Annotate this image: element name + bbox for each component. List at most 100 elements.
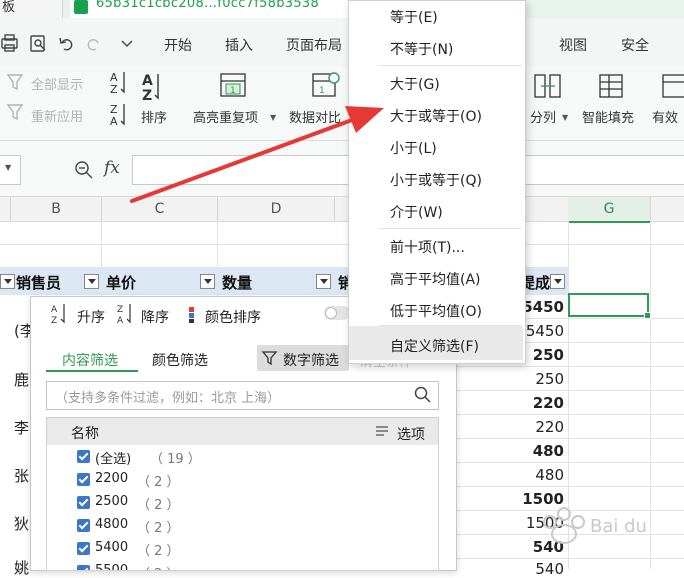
list-header-name: 名称 [71,426,99,442]
active-tab-indicator [46,370,138,372]
data-validity-button[interactable]: 有效 [652,107,678,126]
list-item-label[interactable]: (全选) [95,448,131,467]
tab-label: 板 [2,0,16,15]
checkbox-item[interactable] [77,473,90,486]
svg-text:1: 1 [230,86,236,96]
menu-security[interactable]: 安全 [621,35,649,55]
data-compare-button[interactable]: 数据对比 [289,107,341,126]
sort-button[interactable]: 排序 [141,107,167,126]
column-header-b[interactable]: B [11,197,102,221]
menu-item-less[interactable]: 小于(L) [390,138,437,158]
menu-item-top10[interactable]: 前十项(T)... [390,237,465,257]
menu-item-less-equal[interactable]: 小于或等于(Q) [390,170,482,190]
filter-toggle-switch[interactable] [324,306,350,320]
checkbox-item[interactable] [77,496,90,509]
menu-item-greater-equal[interactable]: 大于或等于(O) [390,106,482,126]
split-columns-button[interactable]: 分列 [530,107,556,126]
split-chevron-icon[interactable]: ▼ [562,113,568,122]
column-header-d[interactable]: D [218,197,335,221]
tab-content-filter[interactable]: 内容筛选 [62,350,118,370]
cell-sales-name[interactable]: 狄 [14,513,29,534]
smart-fill-button[interactable]: 智能填充 [582,107,634,126]
menu-item-between[interactable]: 介于(W) [390,202,443,222]
cell-commission-total[interactable]: 220 [514,394,564,412]
sort-ascending-button[interactable]: 升序 [77,307,105,327]
column-header-c[interactable]: C [102,197,218,221]
filter-search-input[interactable]: （支持多条件过滤，例如：北京 上海） [46,381,439,410]
spreadsheet-file-icon [74,0,88,14]
list-item-label[interactable]: 2500 [95,494,128,509]
selected-cell-g[interactable] [568,293,651,319]
highlight-duplicates-chevron-icon[interactable]: ▼ [270,113,276,122]
checkbox-select-all[interactable] [77,450,90,463]
search-icon[interactable] [414,386,432,404]
list-item-label[interactable]: 5500 [95,563,128,570]
menu-item-below-average[interactable]: 低于平均值(O) [390,301,482,321]
workbook-tab-left[interactable]: 板 [0,0,63,18]
cell-sales-name[interactable]: 李 [14,417,29,438]
menu-item-not-equal[interactable]: 不等于(N) [390,39,453,59]
cell-commission[interactable]: 250 [514,370,564,388]
cell-sales-name[interactable]: 姚 [14,557,29,578]
sort-descending-button[interactable]: 降序 [141,307,169,327]
header-quantity: 数量 [222,274,253,292]
menu-item-above-average[interactable]: 高于平均值(A) [390,269,481,289]
reapply-button[interactable]: 重新应用 [31,106,83,125]
column-header-g[interactable]: G [568,197,651,223]
insert-function-icon[interactable]: fx [104,158,120,178]
menu-start[interactable]: 开始 [164,35,192,55]
svg-text:Z: Z [142,88,152,104]
quick-access-icons[interactable] [0,34,150,54]
cell-commission[interactable]: 480 [514,466,564,484]
filter-value-list: 名称 选项 (全选) （ 19 ） 2200 （ 2 ） 2500 （ 2 ） … [46,417,439,571]
cell-sales-name[interactable]: 鹿 [14,369,29,390]
name-box[interactable]: ▼ [0,155,21,185]
color-sort-button[interactable]: 颜色排序 [205,307,261,327]
split-columns-icon[interactable] [533,72,563,100]
filter-dropdown-sales[interactable] [84,274,99,289]
tab-color-filter[interactable]: 颜色筛选 [152,350,208,370]
checkbox-item[interactable] [77,565,90,570]
cell-sales-name[interactable]: 张 [14,465,29,486]
cell-commission[interactable]: 220 [514,418,564,436]
sort-descending-icon[interactable]: ZA [116,302,136,326]
zoom-search-icon[interactable] [74,160,96,180]
baidu-watermark-logo: Bai du 经验 [543,507,650,544]
tab-number-filter: 数字筛选 [283,353,339,369]
filter-dropdown-quantity[interactable] [316,274,331,289]
filter-dropdown-a[interactable] [0,274,15,289]
sort-ascending-icon[interactable]: AZ [50,302,70,326]
cell-commission-total[interactable]: 480 [514,442,564,460]
show-all-button[interactable]: 全部显示 [31,74,83,93]
column-header-a[interactable] [0,197,11,221]
filter-dropdown-commission[interactable] [550,274,565,289]
list-item-label[interactable]: 4800 [95,517,128,532]
svg-text:A: A [142,73,153,89]
filter-dropdown-price[interactable] [200,274,215,289]
svg-text:A: A [110,115,118,126]
data-compare-icon[interactable]: 1 [310,70,342,100]
menu-item-greater[interactable]: 大于(G) [390,74,440,94]
number-filter-button[interactable]: 数字筛选 [257,345,349,371]
highlight-duplicates-button[interactable]: 高亮重复项 [193,107,258,126]
list-options-button[interactable]: 选项 [397,424,425,444]
options-lines-icon[interactable] [375,425,389,437]
menu-item-equal[interactable]: 等于(E) [390,7,438,27]
menu-page-layout[interactable]: 页面布局 [286,35,342,55]
menu-insert[interactable]: 插入 [225,35,253,55]
highlight-duplicates-icon[interactable]: 1 [218,70,250,100]
column-headers: B C D G [0,196,684,223]
validity-icon[interactable] [660,72,684,100]
menu-view[interactable]: 视图 [559,35,587,55]
checkbox-item[interactable] [77,542,90,555]
color-sort-icon[interactable] [186,305,200,325]
smart-fill-icon[interactable] [597,72,627,100]
list-item-label[interactable]: 2200 [95,471,128,486]
name-box-chevron-icon[interactable]: ▼ [5,163,11,172]
list-item-label[interactable]: 5400 [95,540,128,555]
menu-item-custom-filter[interactable]: 自定义筛选(F) [390,336,479,356]
cell-commission[interactable]: 540 [514,560,564,578]
workbook-tab-active[interactable]: 65b31c1cbc208...f0cc7f58b3538 [70,0,362,18]
filter-funnel-icons [6,74,24,121]
checkbox-item[interactable] [77,519,90,532]
